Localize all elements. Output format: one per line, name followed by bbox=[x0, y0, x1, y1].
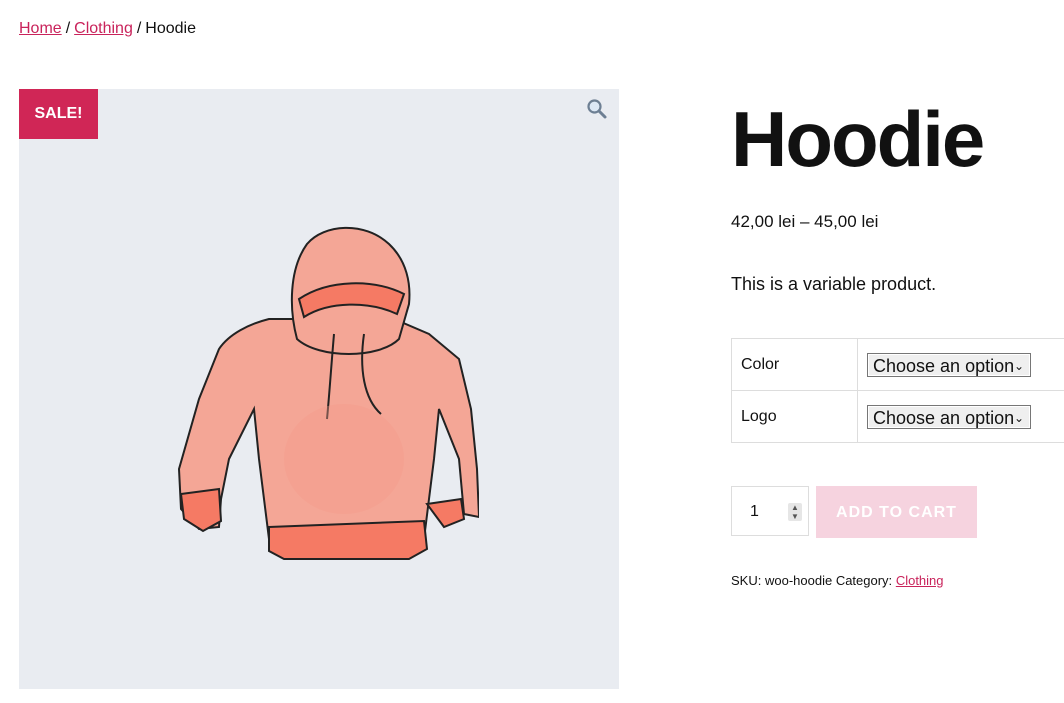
chevron-down-icon: ⌄ bbox=[1013, 358, 1024, 373]
add-to-cart-button[interactable]: ADD TO CART bbox=[816, 486, 977, 538]
breadcrumb-current: Hoodie bbox=[145, 20, 196, 37]
sku-value: woo-hoodie bbox=[764, 573, 833, 588]
color-select-value: Choose an option bbox=[873, 355, 1015, 376]
product-title: Hoodie bbox=[731, 95, 985, 183]
product-description: This is a variable product. bbox=[731, 274, 937, 294]
quantity-value: 1 bbox=[750, 503, 759, 520]
variation-label-logo: Logo bbox=[731, 390, 858, 443]
magnifier-icon[interactable] bbox=[585, 97, 609, 121]
variation-label-color: Color bbox=[731, 338, 858, 391]
sku-label: SKU: bbox=[731, 573, 762, 588]
category-link[interactable]: Clothing bbox=[896, 573, 944, 588]
breadcrumb-separator: / bbox=[65, 20, 71, 37]
chevron-down-icon: ⌄ bbox=[1013, 410, 1024, 425]
category-label: Category: bbox=[835, 573, 893, 588]
sale-badge: SALE! bbox=[19, 89, 98, 139]
breadcrumb-separator: / bbox=[136, 20, 142, 37]
breadcrumb: Home / Clothing / Hoodie bbox=[19, 20, 196, 38]
color-select[interactable]: Choose an option ⌄ bbox=[867, 352, 1031, 377]
product-price: 42,00 lei – 45,00 lei bbox=[731, 212, 879, 231]
breadcrumb-category-link[interactable]: Clothing bbox=[74, 20, 133, 37]
product-gallery: SALE! bbox=[19, 89, 619, 689]
variation-row-color: Color Choose an option ⌄ bbox=[731, 338, 1064, 391]
hoodie-image[interactable] bbox=[159, 209, 479, 569]
product-meta: SKU: woo-hoodie Category: Clothing bbox=[731, 573, 944, 588]
logo-select[interactable]: Choose an option ⌄ bbox=[867, 404, 1031, 429]
quantity-stepper[interactable]: ▲ ▼ bbox=[788, 503, 802, 521]
quantity-input[interactable]: 1 ▲ ▼ bbox=[731, 486, 809, 536]
variations-table: Color Choose an option ⌄ Logo Choose an … bbox=[731, 338, 1064, 443]
breadcrumb-home-link[interactable]: Home bbox=[19, 20, 62, 37]
logo-select-value: Choose an option bbox=[873, 407, 1015, 428]
variation-row-logo: Logo Choose an option ⌄ bbox=[731, 390, 1064, 443]
